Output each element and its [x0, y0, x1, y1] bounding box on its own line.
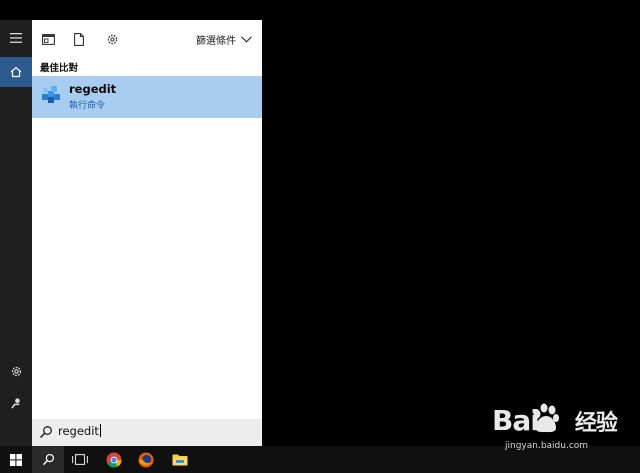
hamburger-menu-button[interactable] [0, 23, 32, 53]
baidu-paw-icon [533, 403, 559, 433]
taskbar-search-button[interactable] [32, 446, 64, 473]
chevron-down-icon [241, 35, 252, 43]
best-match-result[interactable]: regedit 執行命令 [32, 76, 262, 118]
search-icon [39, 426, 52, 439]
search-icon [42, 453, 54, 466]
search-input[interactable]: regedit [58, 424, 101, 438]
chrome-icon [106, 452, 122, 468]
gear-icon [107, 34, 117, 44]
registry-editor-icon [42, 86, 60, 103]
firefox-icon [138, 452, 154, 467]
text-caret [99, 424, 101, 437]
result-title: regedit [69, 82, 117, 96]
taskbar-chrome[interactable] [98, 446, 130, 473]
hamburger-icon [10, 33, 22, 43]
gear-icon [11, 366, 21, 376]
document-icon [74, 32, 84, 46]
feedback-person-icon [10, 397, 20, 409]
home-button[interactable] [0, 57, 32, 87]
settings-filter-button[interactable] [103, 30, 121, 48]
watermark-brand: 经验 [574, 411, 618, 436]
filter-dropdown[interactable]: 篩選條件 [196, 30, 252, 48]
search-box[interactable]: regedit [32, 419, 262, 446]
folder-icon [172, 454, 188, 466]
result-subtitle: 執行命令 [69, 101, 106, 111]
settings-button[interactable] [0, 356, 32, 386]
feedback-button[interactable] [0, 388, 32, 418]
start-button[interactable] [0, 446, 32, 473]
search-results-panel: 篩選條件 最佳比對 regedit 執行命令 [32, 20, 262, 446]
watermark-url: jingyan.baidu.com [505, 441, 589, 451]
apps-filter-button[interactable] [39, 30, 57, 48]
task-view-icon [72, 454, 88, 465]
home-icon [10, 66, 22, 78]
start-left-rail [0, 20, 32, 446]
taskbar-file-explorer[interactable] [164, 446, 196, 473]
task-view-button[interactable] [64, 446, 96, 473]
search-input-value: regedit [58, 424, 99, 438]
best-match-heading: 最佳比對 [40, 63, 79, 74]
documents-filter-button[interactable] [70, 30, 88, 48]
search-toolbar: 篩選條件 [32, 20, 262, 58]
filter-label: 篩選條件 [196, 35, 236, 47]
app-window-icon [41, 33, 55, 45]
windows-logo-icon [10, 453, 22, 466]
taskbar-firefox[interactable] [130, 446, 162, 473]
